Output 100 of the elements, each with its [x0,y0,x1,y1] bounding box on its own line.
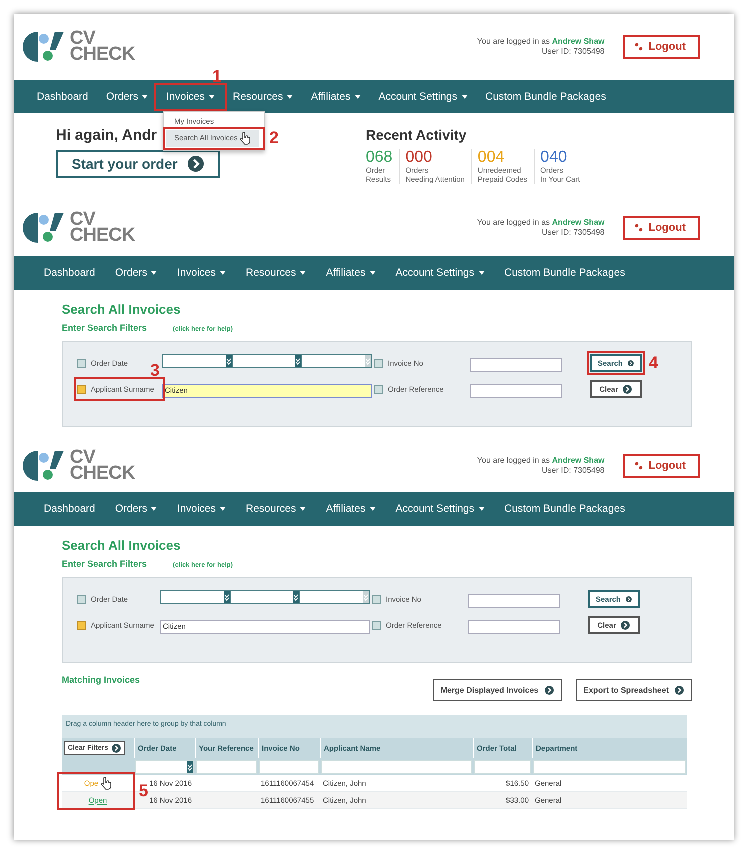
filter-field[interactable] [474,760,531,774]
callout-number: 5 [139,782,148,800]
stat-value: 040 [540,149,568,166]
caret-icon [354,94,361,98]
filter-field[interactable] [533,760,686,774]
logout-button[interactable]: Logout [622,216,700,240]
logo-text: CHECK [70,228,136,244]
start-order-button[interactable]: Start your order [56,150,220,178]
caret-icon [287,94,294,98]
date-range-field[interactable] [160,590,370,604]
filter-field[interactable] [196,760,257,774]
nav-item[interactable]: Custom Bundle Packages [494,262,636,284]
caret-icon [370,271,376,275]
logo-text: CHECK [70,47,136,63]
text-field[interactable] [468,594,560,608]
nav-item[interactable]: Invoices [167,498,236,520]
caret-icon [300,507,306,511]
nav-item[interactable]: Affiliates [316,262,386,284]
caret-icon [142,94,148,98]
caret-icon [209,94,215,98]
nav-item[interactable]: Affiliates [302,86,370,108]
stat-value: 004 [478,149,506,166]
nav-item[interactable]: Orders [105,498,168,520]
caret-icon [300,271,306,275]
nav-item[interactable]: Account Settings [370,86,476,108]
section-title: Matching Invoices [62,674,140,685]
nav-item[interactable]: Orders [97,86,158,108]
caret-icon [370,507,376,511]
nav-item[interactable]: Invoices [167,262,236,284]
page-title: Search All Invoices [62,538,182,553]
logo-text: CV [70,450,96,466]
nav-item[interactable]: Account Settings [386,498,494,520]
merge-button[interactable]: Merge Displayed Invoices [432,679,562,701]
checkbox[interactable] [77,594,86,604]
caret-icon [220,507,226,511]
nav-item[interactable]: Account Settings [386,262,494,284]
arrow-icon [626,594,632,604]
logo-icon [22,211,66,245]
logo-text: CV [70,31,96,47]
greeting: Hi again, Andr [56,127,158,144]
logo-text: CHECK [70,466,136,482]
filter-field[interactable] [259,760,319,774]
dropdown-icon [365,355,372,367]
checkbox[interactable] [372,620,381,630]
nav-item[interactable]: Resources [236,498,316,520]
nav-item[interactable]: Dashboard [28,86,98,108]
stat-value: 000 [406,149,434,166]
checkbox[interactable] [77,384,86,394]
text-field[interactable] [470,358,562,372]
text-field[interactable] [468,620,560,634]
logout-button[interactable]: Logout [622,35,700,59]
callout-box [587,351,645,375]
nav-item[interactable]: Affiliates [316,498,386,520]
checkbox[interactable] [372,594,381,604]
caret-icon [151,507,158,511]
login-status: You are logged in as Andrew Shaw [477,37,605,47]
arrow-icon [675,686,684,694]
section-title: Recent Activity [366,127,468,143]
arrow-icon [628,358,634,368]
nav-item[interactable]: Dashboard [34,262,106,284]
user-id: User ID: 7305498 [542,47,605,57]
dropdown-icon [187,760,193,772]
hand-cursor-icon [240,132,251,144]
caret-icon [462,94,468,98]
logout-button[interactable]: Logout [622,454,700,478]
date-range-field[interactable] [162,354,372,368]
filter-field[interactable] [321,760,472,774]
arrow-icon [623,384,632,394]
nav-item[interactable]: Custom Bundle Packages [494,498,636,520]
nav-item[interactable]: Invoices [157,86,224,108]
logo-text: CV [70,212,96,228]
text-field[interactable] [470,384,562,398]
checkbox[interactable] [374,358,383,368]
caret-icon [478,507,484,511]
logo-icon [22,30,66,64]
arrow-icon [544,686,554,694]
dropdown-icon [226,355,232,367]
filter-field[interactable] [135,760,194,774]
checkbox[interactable] [77,620,86,630]
hand-cursor-icon [100,776,112,790]
logo-icon [22,449,66,483]
stat-value: 068 [366,149,393,166]
page-title: Search All Invoices [62,302,182,317]
callout-number: 4 [649,354,658,372]
dropdown-icon [363,591,370,603]
nav-item[interactable]: Dashboard [34,498,106,520]
dropdown-icon [295,355,302,367]
dropdown-icon [293,591,300,603]
checkbox[interactable] [77,358,86,368]
nav-item[interactable]: Resources [224,86,302,108]
arrow-icon [621,620,630,630]
nav-item[interactable]: Custom Bundle Packages [476,86,616,108]
dots-icon [634,224,643,232]
caret-icon [220,271,226,275]
section-title: Enter Search Filters [62,559,148,569]
nav-item[interactable]: Orders [105,262,168,284]
nav-item[interactable]: Resources [236,262,316,284]
checkbox[interactable] [374,384,383,394]
export-button[interactable]: Export to Spreadsheet [576,679,692,701]
login-status: You are logged in as Andrew Shaw [477,218,605,228]
